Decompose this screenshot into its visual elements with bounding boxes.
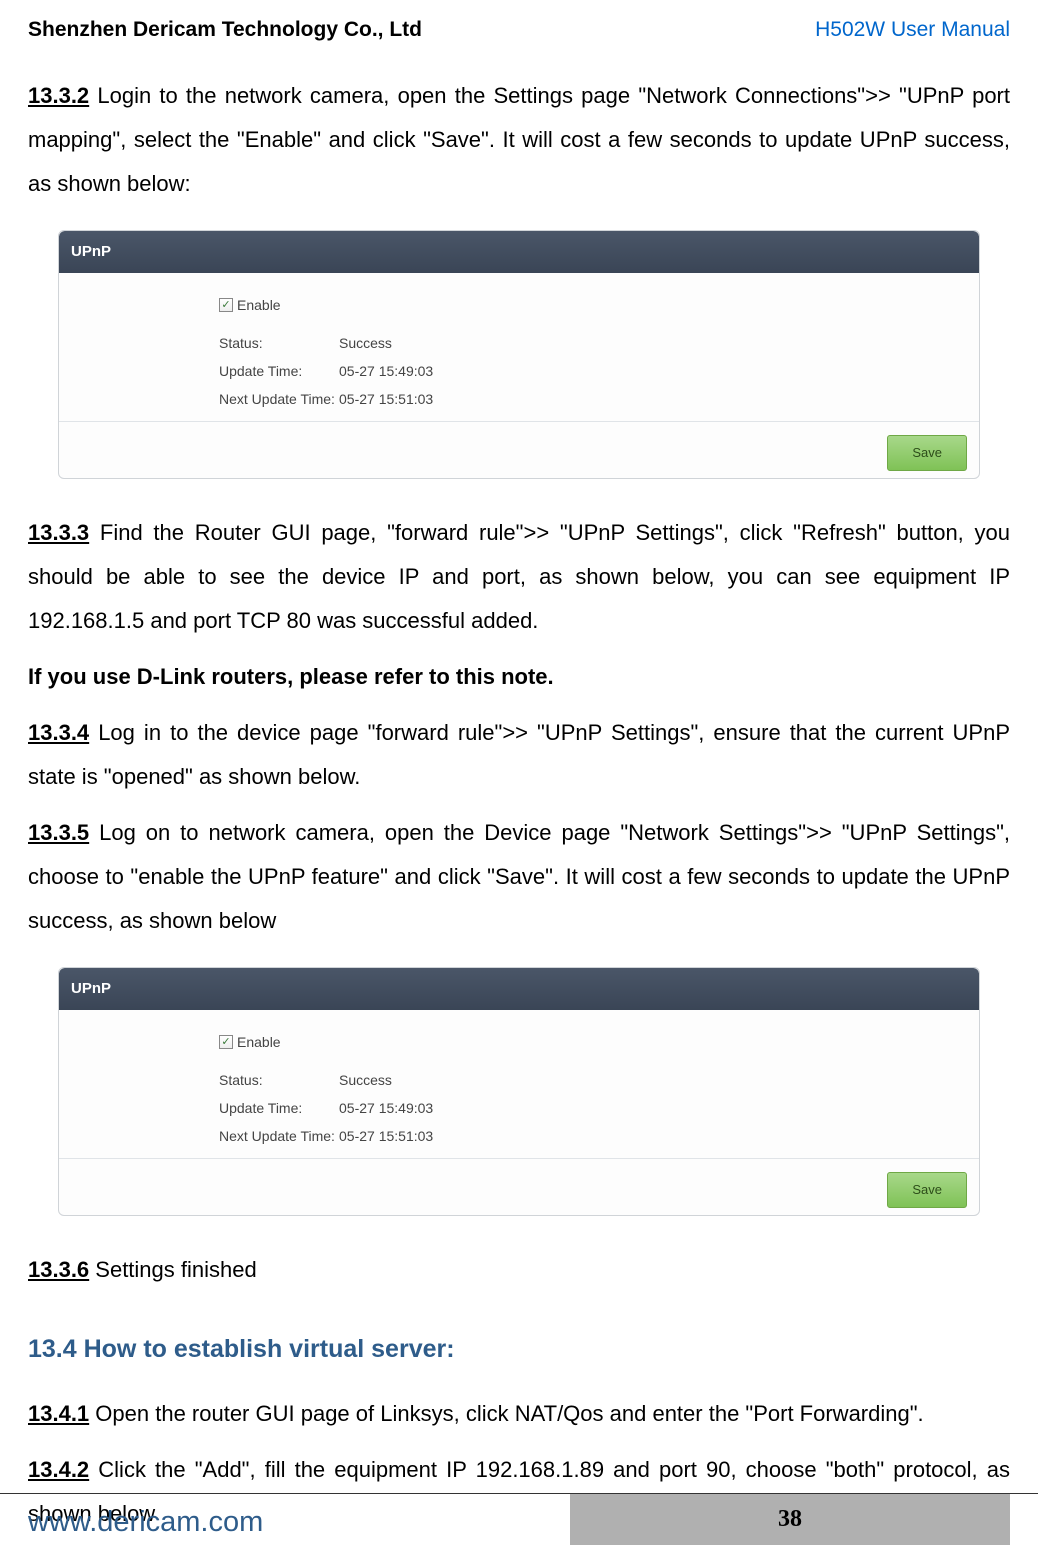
save-button[interactable]: Save (887, 1172, 967, 1208)
section-number: 13.4.1 (28, 1401, 89, 1426)
enable-checkbox[interactable]: ✓ (219, 298, 233, 312)
section-number: 13.3.4 (28, 720, 89, 745)
status-value: Success (339, 329, 392, 357)
next-update-row: Next Update Time: 05-27 15:51:03 (219, 385, 979, 413)
status-label: Status: (219, 329, 339, 357)
status-value: Success (339, 1066, 392, 1094)
page-number: 38 (570, 1494, 1010, 1545)
panel-title: UPnP (59, 968, 979, 1010)
update-time-row: Update Time: 05-27 15:49:03 (219, 1094, 979, 1122)
update-time-label: Update Time: (219, 1094, 339, 1122)
save-button[interactable]: Save (887, 435, 967, 471)
panel-footer: Save (59, 421, 979, 478)
main-content: 13.3.2 Login to the network camera, open… (0, 50, 1038, 1536)
upnp-panel-1: UPnP ✓ Enable Status: Success Update Tim… (58, 230, 980, 479)
update-time-label: Update Time: (219, 357, 339, 385)
upnp-panel-2: UPnP ✓ Enable Status: Success Update Tim… (58, 967, 980, 1216)
paragraph-13-3-6: 13.3.6 Settings finished (28, 1248, 1010, 1292)
paragraph-13-4-1: 13.4.1 Open the router GUI page of Links… (28, 1392, 1010, 1436)
enable-row: ✓ Enable (219, 291, 979, 319)
section-number: 13.3.6 (28, 1257, 89, 1282)
paragraph-13-3-5: 13.3.5 Log on to network camera, open th… (28, 811, 1010, 943)
footer-url: www.dericam.com (28, 1494, 570, 1545)
paragraph-text: Log on to network camera, open the Devic… (28, 820, 1010, 933)
paragraph-13-3-3: 13.3.3 Find the Router GUI page, "forwar… (28, 511, 1010, 643)
next-update-label: Next Update Time: (219, 1122, 339, 1150)
note-bold: If you use D-Link routers, please refer … (28, 655, 1010, 699)
next-update-row: Next Update Time: 05-27 15:51:03 (219, 1122, 979, 1150)
heading-13-4: 13.4 How to establish virtual server: (28, 1324, 1010, 1374)
next-update-value: 05-27 15:51:03 (339, 1122, 433, 1150)
section-number: 13.3.5 (28, 820, 89, 845)
section-number: 13.4.2 (28, 1457, 89, 1482)
enable-label: Enable (237, 291, 281, 319)
manual-title: H502W User Manual (815, 18, 1010, 42)
next-update-value: 05-27 15:51:03 (339, 385, 433, 413)
enable-checkbox[interactable]: ✓ (219, 1035, 233, 1049)
section-number: 13.3.3 (28, 520, 89, 545)
page-footer: www.dericam.com 38 (0, 1493, 1038, 1545)
paragraph-13-3-2: 13.3.2 Login to the network camera, open… (28, 74, 1010, 206)
paragraph-text: Log in to the device page "forward rule"… (28, 720, 1010, 789)
status-label: Status: (219, 1066, 339, 1094)
status-row: Status: Success (219, 329, 979, 357)
enable-label: Enable (237, 1028, 281, 1056)
update-time-value: 05-27 15:49:03 (339, 357, 433, 385)
next-update-label: Next Update Time: (219, 385, 339, 413)
section-number: 13.3.2 (28, 83, 89, 108)
update-time-row: Update Time: 05-27 15:49:03 (219, 357, 979, 385)
page-header: Shenzhen Dericam Technology Co., Ltd H50… (0, 0, 1038, 50)
paragraph-13-3-4: 13.3.4 Log in to the device page "forwar… (28, 711, 1010, 799)
panel-body: ✓ Enable Status: Success Update Time: 05… (59, 1010, 979, 1158)
panel-footer: Save (59, 1158, 979, 1215)
paragraph-text: Open the router GUI page of Linksys, cli… (89, 1401, 923, 1426)
panel-title: UPnP (59, 231, 979, 273)
panel-body: ✓ Enable Status: Success Update Time: 05… (59, 273, 979, 421)
paragraph-text: Settings finished (89, 1257, 257, 1282)
paragraph-text: Login to the network camera, open the Se… (28, 83, 1010, 196)
update-time-value: 05-27 15:49:03 (339, 1094, 433, 1122)
status-row: Status: Success (219, 1066, 979, 1094)
company-name: Shenzhen Dericam Technology Co., Ltd (28, 18, 422, 42)
enable-row: ✓ Enable (219, 1028, 979, 1056)
paragraph-text: Find the Router GUI page, "forward rule"… (28, 520, 1010, 633)
